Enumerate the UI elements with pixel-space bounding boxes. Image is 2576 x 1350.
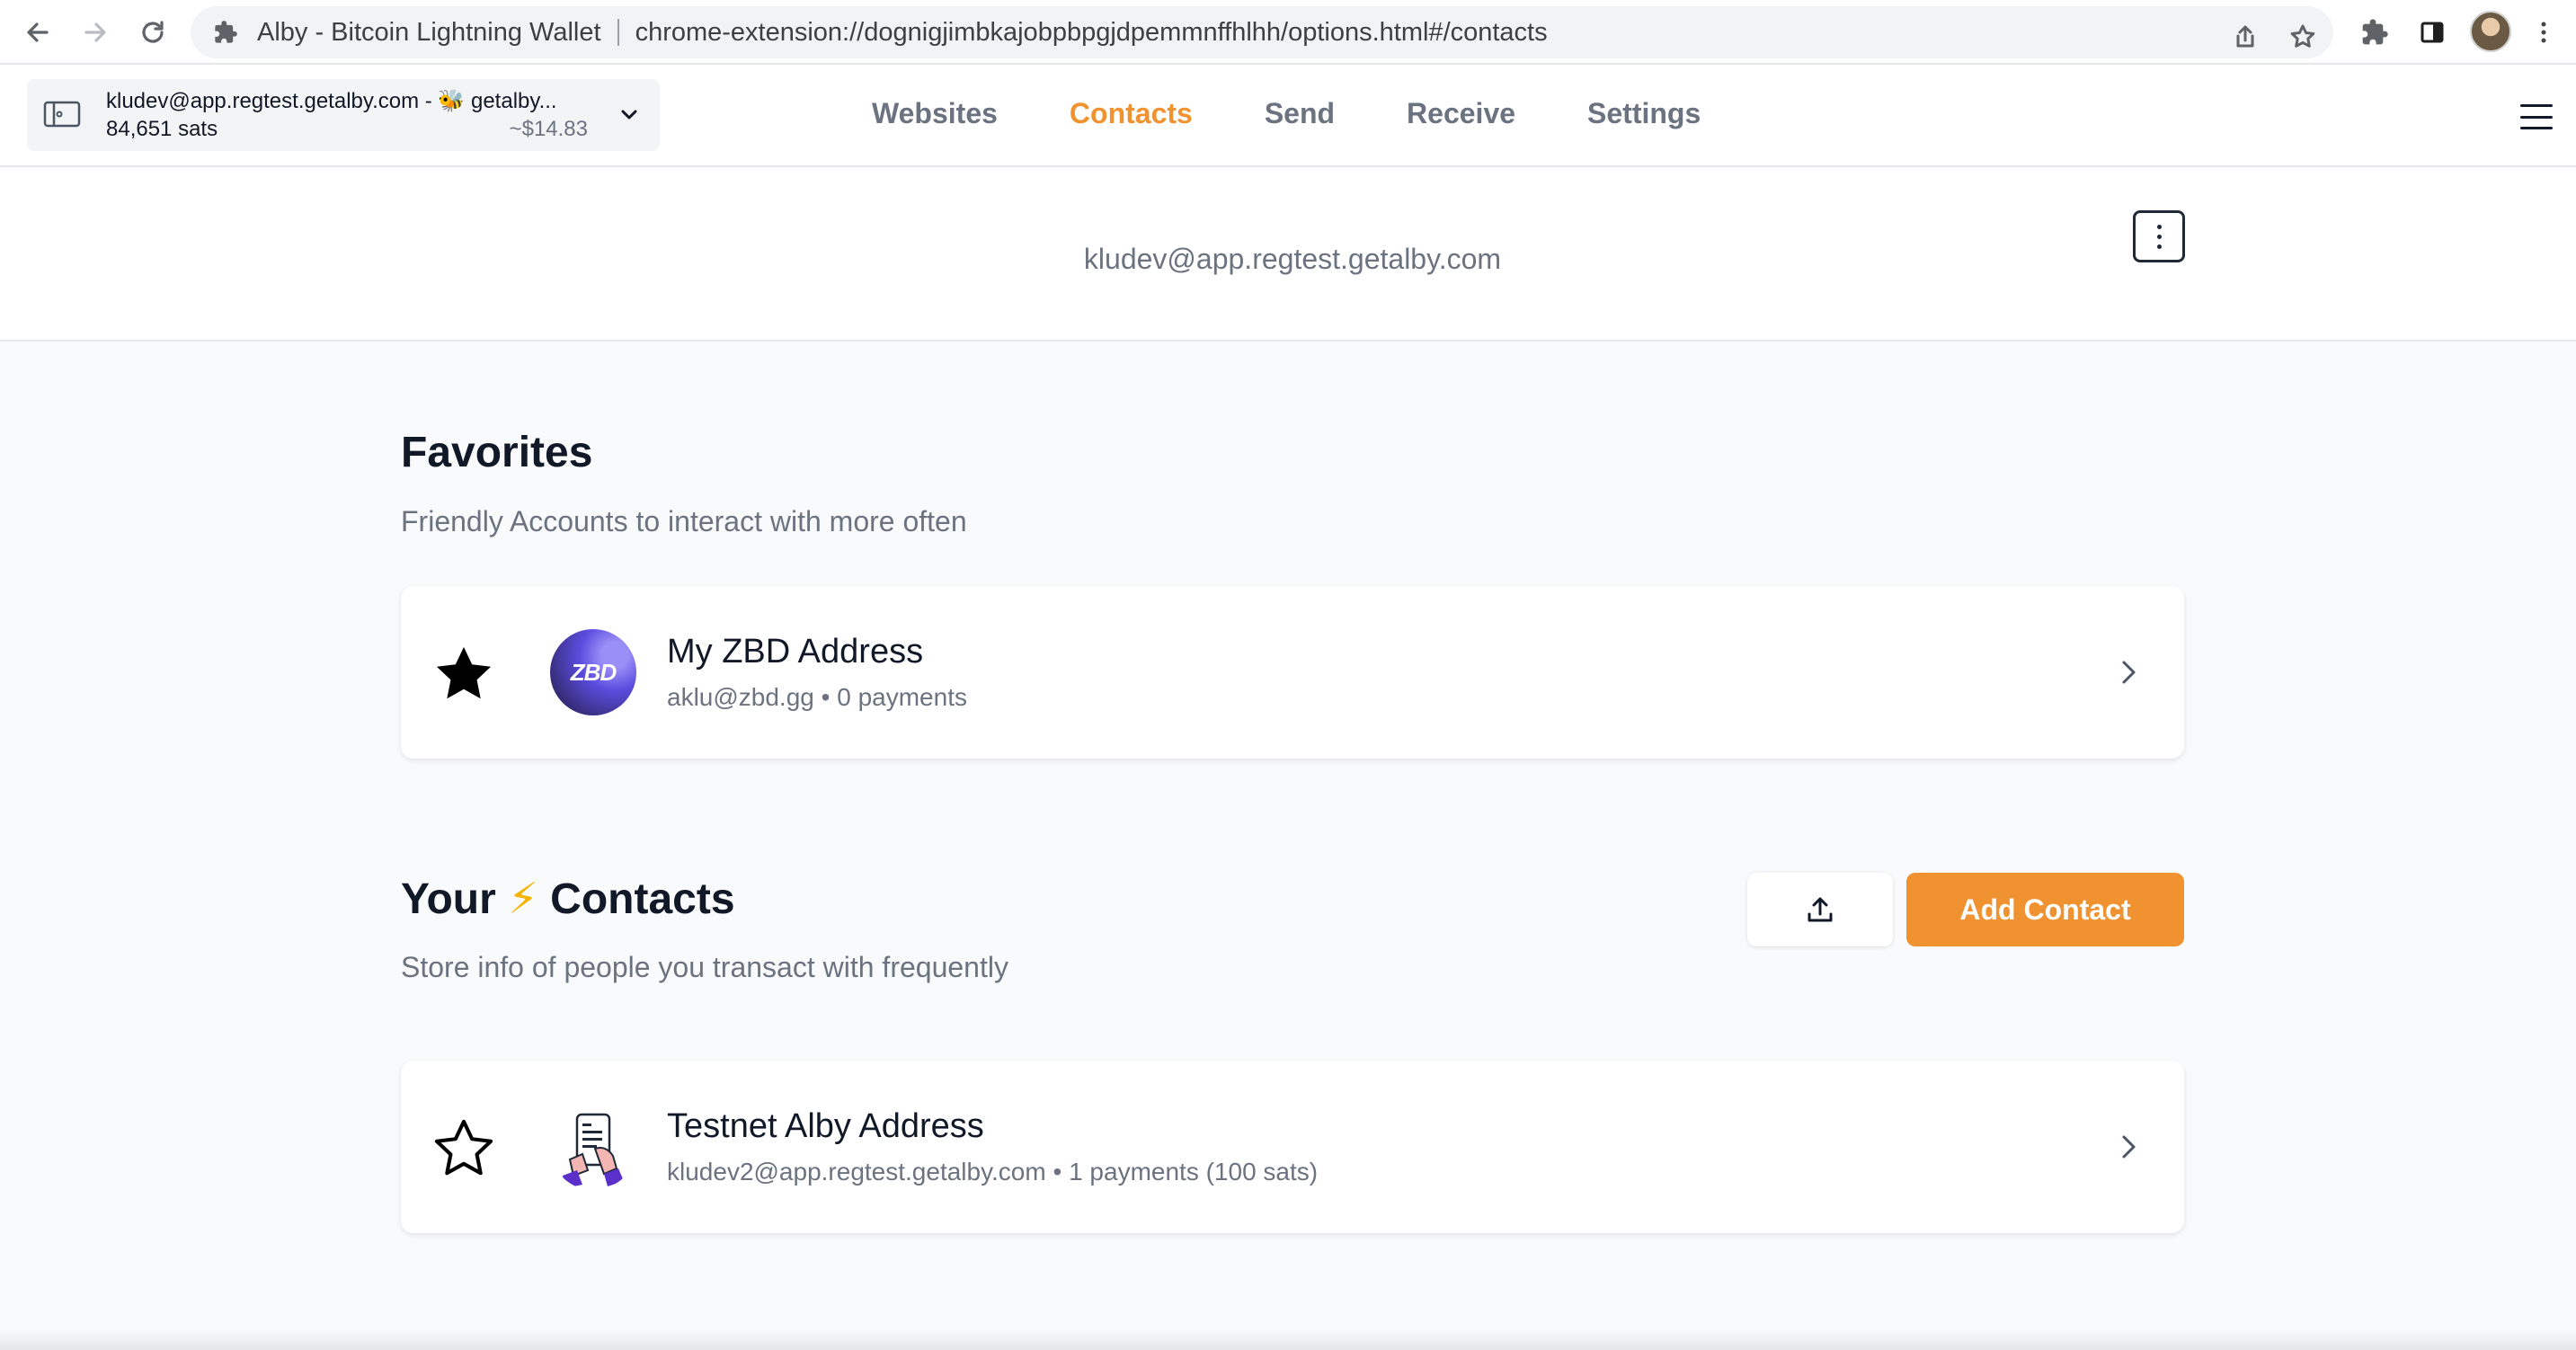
main-nav: Websites Contacts Send Receive Settings xyxy=(872,97,1772,130)
publisher-header: kludev@app.regtest.getalby.com xyxy=(0,167,2576,342)
tab-contacts[interactable]: Contacts xyxy=(1070,97,1193,130)
menu-icon[interactable] xyxy=(2520,104,2553,129)
extension-icon xyxy=(212,19,239,46)
side-panel-icon[interactable] xyxy=(2412,13,2452,52)
bottom-shadow xyxy=(0,1328,2576,1350)
browser-toolbar: Alby - Bitcoin Lightning Wallet chrome-e… xyxy=(0,0,2576,65)
upload-icon xyxy=(1808,897,1833,922)
alby-avatar xyxy=(550,1104,636,1190)
account-balance: 84,651 sats xyxy=(106,117,218,141)
favorites-subtitle: Friendly Accounts to interact with more … xyxy=(401,505,967,537)
contacts-subtitle: Store info of people you transact with f… xyxy=(401,951,1008,983)
export-contacts-button[interactable] xyxy=(1747,873,1893,946)
contact-meta: aklu@zbd.gg • 0 payments xyxy=(667,683,967,712)
chevron-down-icon xyxy=(617,102,644,129)
address-bar[interactable]: Alby - Bitcoin Lightning Wallet chrome-e… xyxy=(191,6,2333,58)
star-outline-icon[interactable] xyxy=(430,1115,498,1183)
contacts-title-before: Your xyxy=(401,875,496,923)
wallet-icon xyxy=(43,101,81,128)
contacts-title: Your ⚡ Contacts xyxy=(401,874,735,924)
contact-name: My ZBD Address xyxy=(667,633,924,671)
more-vert-icon[interactable] xyxy=(2524,13,2563,52)
extensions-puzzle-icon[interactable] xyxy=(2355,13,2394,52)
contact-card[interactable]: Testnet Alby Address kludev2@app.regtest… xyxy=(401,1061,2184,1233)
publisher-title: kludev@app.regtest.getalby.com xyxy=(1083,243,1502,275)
meta-separator: • xyxy=(821,683,831,711)
zbd-avatar-text: ZBD xyxy=(570,658,617,686)
reload-icon[interactable] xyxy=(133,13,173,52)
meta-separator: • xyxy=(1053,1158,1062,1186)
tab-title: Alby - Bitcoin Lightning Wallet xyxy=(257,17,601,47)
tab-websites[interactable]: Websites xyxy=(872,97,998,130)
tab-settings[interactable]: Settings xyxy=(1587,97,1701,130)
favorites-title: Favorites xyxy=(401,429,593,476)
lightning-icon: ⚡ xyxy=(508,875,538,923)
contact-address: aklu@zbd.gg xyxy=(667,683,814,711)
url-text[interactable]: chrome-extension://dognigjimbkajobpbpgjd… xyxy=(635,18,1548,48)
contact-address: kludev2@app.regtest.getalby.com xyxy=(667,1158,1046,1186)
tab-send[interactable]: Send xyxy=(1265,97,1335,130)
address-separator xyxy=(617,19,619,46)
forward-icon[interactable] xyxy=(76,13,115,52)
account-fiat-balance: ~$14.83 xyxy=(509,117,588,141)
profile-avatar[interactable] xyxy=(2470,11,2511,52)
chevron-right-icon xyxy=(2110,654,2146,690)
account-switcher[interactable]: kludev@app.regtest.getalby.com - 🐝 getal… xyxy=(27,79,660,151)
zbd-avatar: ZBD xyxy=(550,629,636,715)
contact-payments: 0 payments xyxy=(837,683,967,711)
tab-receive[interactable]: Receive xyxy=(1407,97,1515,130)
account-name: kludev@app.regtest.getalby.com - 🐝 getal… xyxy=(106,89,557,113)
share-icon[interactable] xyxy=(2227,19,2263,55)
contact-name: Testnet Alby Address xyxy=(667,1107,984,1145)
more-options-icon[interactable] xyxy=(2133,210,2185,262)
app-header: kludev@app.regtest.getalby.com - 🐝 getal… xyxy=(0,65,2576,167)
contacts-title-after: Contacts xyxy=(550,875,735,923)
star-filled-icon[interactable] xyxy=(430,640,498,708)
add-contact-button[interactable]: Add Contact xyxy=(1906,873,2184,946)
bookmark-star-icon[interactable] xyxy=(2285,19,2321,55)
contact-payments: 1 payments (100 sats) xyxy=(1069,1158,1319,1186)
favorite-contact-card[interactable]: ZBD My ZBD Address aklu@zbd.gg • 0 payme… xyxy=(401,586,2184,759)
chevron-right-icon xyxy=(2110,1129,2146,1165)
back-icon[interactable] xyxy=(18,13,58,52)
contact-meta: kludev2@app.regtest.getalby.com • 1 paym… xyxy=(667,1158,1318,1186)
